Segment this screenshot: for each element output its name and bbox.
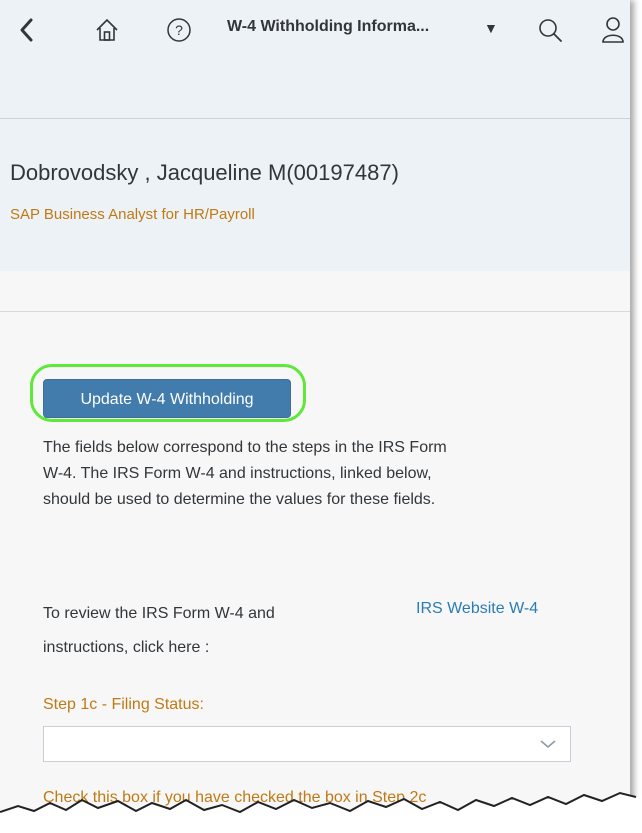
svg-text:?: ? (175, 22, 183, 38)
review-line: To review the IRS Form W-4 and (43, 605, 275, 622)
step2c-checkbox-label: Check this box if you have checked the b… (43, 787, 603, 831)
checkbox-label-line: Check this box if you have checked the b… (43, 789, 427, 806)
employee-title: SAP Business Analyst for HR/Payroll (10, 206, 255, 223)
irs-website-link[interactable]: IRS Website W-4 (416, 600, 538, 618)
update-w4-button[interactable]: Update W-4 Withholding (43, 379, 291, 418)
intro-line: should be used to determine the values f… (43, 491, 436, 508)
intro-line: W-4. The IRS Form W-4 and instructions, … (43, 465, 432, 482)
chevron-down-icon[interactable] (540, 737, 556, 755)
back-icon[interactable] (18, 16, 36, 44)
intro-text: The fields below correspond to the steps… (43, 435, 583, 513)
filing-status-select[interactable] (43, 726, 571, 762)
app-window: ? W-4 Withholding Informa... ▼ Dobrovods… (0, 0, 630, 833)
shell-bar: ? W-4 Withholding Informa... ▼ (0, 0, 630, 62)
user-icon[interactable] (600, 16, 626, 44)
intro-line: The fields below correspond to the steps… (43, 439, 447, 456)
header-spacer (0, 271, 630, 312)
employee-header (0, 119, 630, 271)
help-icon[interactable]: ? (166, 16, 192, 44)
app-title[interactable]: W-4 Withholding Informa... (227, 18, 429, 36)
employee-name: Dobrovodsky , Jacqueline M(00197487) (10, 160, 399, 185)
review-instructions-text: To review the IRS Form W-4 and instructi… (43, 597, 353, 665)
home-icon[interactable] (94, 16, 120, 44)
dropdown-caret-icon[interactable]: ▼ (484, 20, 498, 36)
sub-header-bar (0, 62, 630, 119)
checkbox-label-line: on the Form W-4: (43, 811, 168, 828)
search-icon[interactable] (537, 16, 563, 44)
filing-status-label: Step 1c - Filing Status: (43, 696, 204, 713)
review-line: instructions, click here : (43, 639, 210, 656)
